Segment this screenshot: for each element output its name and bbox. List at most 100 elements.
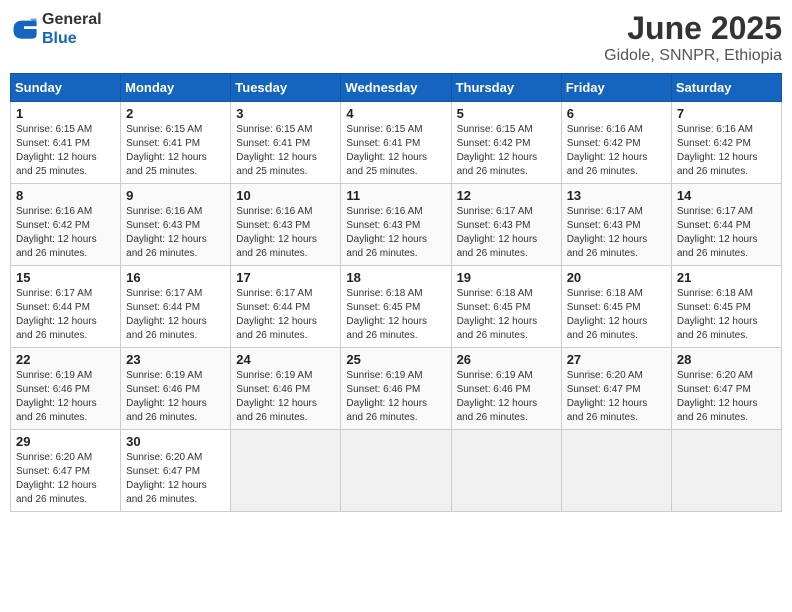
day-number: 23 <box>126 352 225 367</box>
page-header: General Blue June 2025 Gidole, SNNPR, Et… <box>10 10 782 65</box>
calendar-cell <box>341 430 451 512</box>
day-info: Sunrise: 6:15 AM Sunset: 6:41 PM Dayligh… <box>346 123 445 179</box>
calendar-week-row: 8 Sunrise: 6:16 AM Sunset: 6:42 PM Dayli… <box>11 184 782 266</box>
day-info: Sunrise: 6:19 AM Sunset: 6:46 PM Dayligh… <box>457 369 556 425</box>
calendar-week-row: 1 Sunrise: 6:15 AM Sunset: 6:41 PM Dayli… <box>11 102 782 184</box>
day-number: 22 <box>16 352 115 367</box>
calendar-cell: 26 Sunrise: 6:19 AM Sunset: 6:46 PM Dayl… <box>451 348 561 430</box>
calendar-cell: 25 Sunrise: 6:19 AM Sunset: 6:46 PM Dayl… <box>341 348 451 430</box>
day-info: Sunrise: 6:19 AM Sunset: 6:46 PM Dayligh… <box>346 369 445 425</box>
calendar-cell <box>671 430 781 512</box>
calendar-cell: 5 Sunrise: 6:15 AM Sunset: 6:42 PM Dayli… <box>451 102 561 184</box>
calendar-cell: 4 Sunrise: 6:15 AM Sunset: 6:41 PM Dayli… <box>341 102 451 184</box>
day-info: Sunrise: 6:15 AM Sunset: 6:41 PM Dayligh… <box>16 123 115 179</box>
day-info: Sunrise: 6:17 AM Sunset: 6:43 PM Dayligh… <box>567 205 666 261</box>
day-number: 18 <box>346 270 445 285</box>
day-number: 24 <box>236 352 335 367</box>
calendar-cell: 21 Sunrise: 6:18 AM Sunset: 6:45 PM Dayl… <box>671 266 781 348</box>
day-number: 2 <box>126 106 225 121</box>
day-number: 20 <box>567 270 666 285</box>
day-info: Sunrise: 6:18 AM Sunset: 6:45 PM Dayligh… <box>567 287 666 343</box>
day-info: Sunrise: 6:17 AM Sunset: 6:44 PM Dayligh… <box>126 287 225 343</box>
day-info: Sunrise: 6:15 AM Sunset: 6:41 PM Dayligh… <box>236 123 335 179</box>
calendar-week-row: 22 Sunrise: 6:19 AM Sunset: 6:46 PM Dayl… <box>11 348 782 430</box>
calendar-cell: 23 Sunrise: 6:19 AM Sunset: 6:46 PM Dayl… <box>121 348 231 430</box>
calendar-cell: 28 Sunrise: 6:20 AM Sunset: 6:47 PM Dayl… <box>671 348 781 430</box>
day-info: Sunrise: 6:18 AM Sunset: 6:45 PM Dayligh… <box>346 287 445 343</box>
day-number: 16 <box>126 270 225 285</box>
calendar-cell: 19 Sunrise: 6:18 AM Sunset: 6:45 PM Dayl… <box>451 266 561 348</box>
calendar-cell: 18 Sunrise: 6:18 AM Sunset: 6:45 PM Dayl… <box>341 266 451 348</box>
day-info: Sunrise: 6:19 AM Sunset: 6:46 PM Dayligh… <box>16 369 115 425</box>
calendar-cell: 7 Sunrise: 6:16 AM Sunset: 6:42 PM Dayli… <box>671 102 781 184</box>
day-number: 26 <box>457 352 556 367</box>
weekday-header-thursday: Thursday <box>451 74 561 102</box>
day-info: Sunrise: 6:17 AM Sunset: 6:44 PM Dayligh… <box>677 205 776 261</box>
calendar-cell: 30 Sunrise: 6:20 AM Sunset: 6:47 PM Dayl… <box>121 430 231 512</box>
day-number: 6 <box>567 106 666 121</box>
weekday-header-monday: Monday <box>121 74 231 102</box>
day-info: Sunrise: 6:18 AM Sunset: 6:45 PM Dayligh… <box>677 287 776 343</box>
calendar-cell: 1 Sunrise: 6:15 AM Sunset: 6:41 PM Dayli… <box>11 102 121 184</box>
day-info: Sunrise: 6:16 AM Sunset: 6:42 PM Dayligh… <box>677 123 776 179</box>
calendar-cell: 3 Sunrise: 6:15 AM Sunset: 6:41 PM Dayli… <box>231 102 341 184</box>
calendar-cell: 15 Sunrise: 6:17 AM Sunset: 6:44 PM Dayl… <box>11 266 121 348</box>
day-number: 7 <box>677 106 776 121</box>
logo-blue: Blue <box>42 29 102 48</box>
weekday-header-sunday: Sunday <box>11 74 121 102</box>
calendar-header-row: SundayMondayTuesdayWednesdayThursdayFrid… <box>11 74 782 102</box>
day-info: Sunrise: 6:20 AM Sunset: 6:47 PM Dayligh… <box>677 369 776 425</box>
day-info: Sunrise: 6:15 AM Sunset: 6:41 PM Dayligh… <box>126 123 225 179</box>
calendar-cell: 20 Sunrise: 6:18 AM Sunset: 6:45 PM Dayl… <box>561 266 671 348</box>
day-info: Sunrise: 6:15 AM Sunset: 6:42 PM Dayligh… <box>457 123 556 179</box>
day-info: Sunrise: 6:20 AM Sunset: 6:47 PM Dayligh… <box>16 451 115 507</box>
logo-text: General Blue <box>42 10 102 48</box>
day-info: Sunrise: 6:16 AM Sunset: 6:43 PM Dayligh… <box>126 205 225 261</box>
day-info: Sunrise: 6:17 AM Sunset: 6:43 PM Dayligh… <box>457 205 556 261</box>
day-info: Sunrise: 6:16 AM Sunset: 6:42 PM Dayligh… <box>567 123 666 179</box>
calendar-cell: 29 Sunrise: 6:20 AM Sunset: 6:47 PM Dayl… <box>11 430 121 512</box>
calendar-cell: 27 Sunrise: 6:20 AM Sunset: 6:47 PM Dayl… <box>561 348 671 430</box>
calendar-cell: 8 Sunrise: 6:16 AM Sunset: 6:42 PM Dayli… <box>11 184 121 266</box>
day-number: 15 <box>16 270 115 285</box>
calendar-cell <box>451 430 561 512</box>
day-info: Sunrise: 6:20 AM Sunset: 6:47 PM Dayligh… <box>126 451 225 507</box>
calendar-cell: 24 Sunrise: 6:19 AM Sunset: 6:46 PM Dayl… <box>231 348 341 430</box>
day-number: 27 <box>567 352 666 367</box>
day-number: 1 <box>16 106 115 121</box>
calendar-cell: 10 Sunrise: 6:16 AM Sunset: 6:43 PM Dayl… <box>231 184 341 266</box>
calendar-cell <box>231 430 341 512</box>
day-info: Sunrise: 6:19 AM Sunset: 6:46 PM Dayligh… <box>126 369 225 425</box>
weekday-header-tuesday: Tuesday <box>231 74 341 102</box>
logo-general: General <box>42 10 102 29</box>
title-block: June 2025 Gidole, SNNPR, Ethiopia <box>604 10 782 65</box>
day-info: Sunrise: 6:16 AM Sunset: 6:42 PM Dayligh… <box>16 205 115 261</box>
calendar-cell: 13 Sunrise: 6:17 AM Sunset: 6:43 PM Dayl… <box>561 184 671 266</box>
day-number: 25 <box>346 352 445 367</box>
calendar-cell: 16 Sunrise: 6:17 AM Sunset: 6:44 PM Dayl… <box>121 266 231 348</box>
day-info: Sunrise: 6:16 AM Sunset: 6:43 PM Dayligh… <box>236 205 335 261</box>
day-info: Sunrise: 6:17 AM Sunset: 6:44 PM Dayligh… <box>236 287 335 343</box>
logo: General Blue <box>10 10 102 48</box>
calendar-cell: 9 Sunrise: 6:16 AM Sunset: 6:43 PM Dayli… <box>121 184 231 266</box>
page-title: June 2025 <box>604 10 782 47</box>
calendar-cell: 6 Sunrise: 6:16 AM Sunset: 6:42 PM Dayli… <box>561 102 671 184</box>
day-number: 19 <box>457 270 556 285</box>
calendar-cell: 2 Sunrise: 6:15 AM Sunset: 6:41 PM Dayli… <box>121 102 231 184</box>
calendar-cell: 22 Sunrise: 6:19 AM Sunset: 6:46 PM Dayl… <box>11 348 121 430</box>
day-number: 17 <box>236 270 335 285</box>
day-number: 28 <box>677 352 776 367</box>
day-number: 21 <box>677 270 776 285</box>
page-subtitle: Gidole, SNNPR, Ethiopia <box>604 47 782 65</box>
calendar-cell <box>561 430 671 512</box>
calendar-table: SundayMondayTuesdayWednesdayThursdayFrid… <box>10 73 782 512</box>
day-number: 29 <box>16 434 115 449</box>
day-number: 5 <box>457 106 556 121</box>
calendar-week-row: 15 Sunrise: 6:17 AM Sunset: 6:44 PM Dayl… <box>11 266 782 348</box>
calendar-cell: 11 Sunrise: 6:16 AM Sunset: 6:43 PM Dayl… <box>341 184 451 266</box>
logo-icon <box>10 15 38 43</box>
calendar-week-row: 29 Sunrise: 6:20 AM Sunset: 6:47 PM Dayl… <box>11 430 782 512</box>
calendar-cell: 12 Sunrise: 6:17 AM Sunset: 6:43 PM Dayl… <box>451 184 561 266</box>
day-number: 12 <box>457 188 556 203</box>
day-number: 4 <box>346 106 445 121</box>
